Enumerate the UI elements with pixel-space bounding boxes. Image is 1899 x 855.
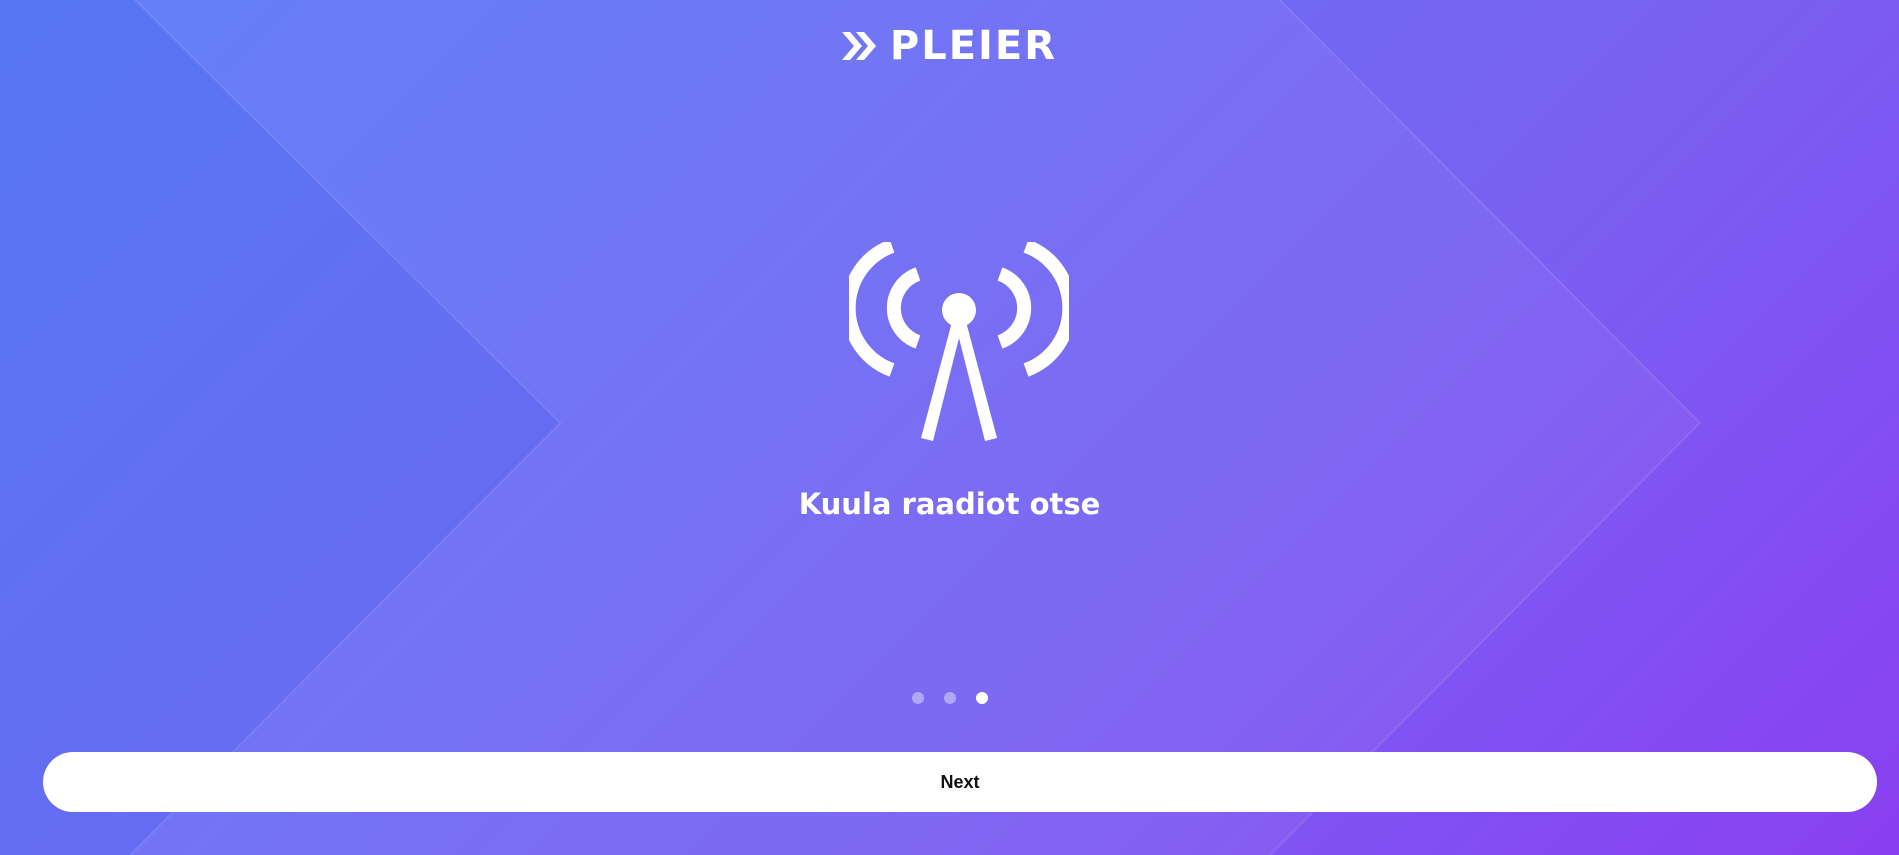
radio-tower-icon: [849, 242, 1069, 441]
brand-logo: PLEIER: [0, 24, 1899, 68]
next-button[interactable]: Next: [43, 752, 1877, 812]
pager-dot-2[interactable]: [943, 692, 956, 704]
double-chevron-right-icon: [841, 32, 876, 60]
pager-dot-3-active[interactable]: [975, 692, 988, 704]
pager-dot-1[interactable]: [911, 692, 924, 704]
brand-name: PLEIER: [889, 23, 1058, 69]
slide-title: Kuula raadiot otse: [798, 487, 1101, 521]
pagination-dots: [0, 692, 1899, 704]
